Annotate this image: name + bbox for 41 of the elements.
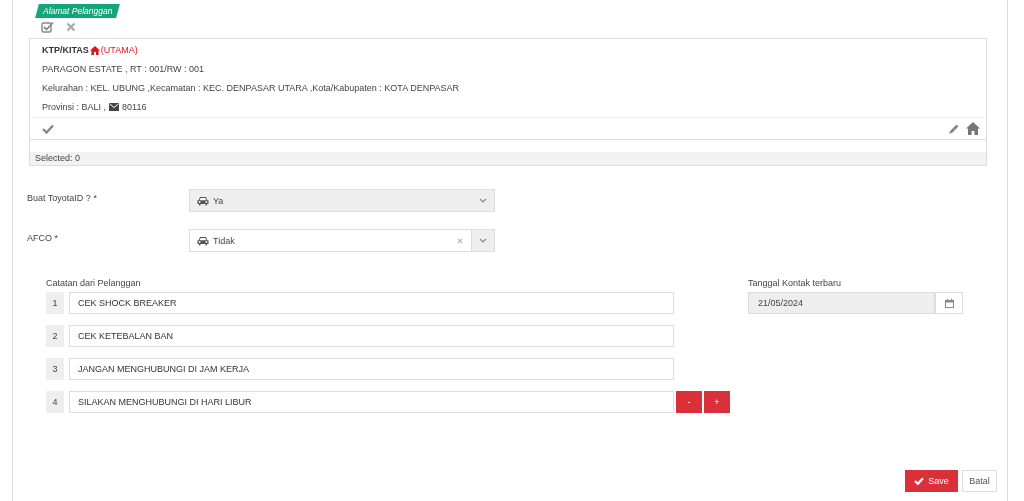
check-square-icon[interactable]: [41, 21, 54, 33]
selected-count: Selected: 0: [35, 153, 81, 163]
calendar-button[interactable]: [935, 292, 963, 314]
cancel-button[interactable]: Batal: [962, 470, 997, 492]
primary-label: (UTAMA): [100, 45, 138, 55]
remove-button[interactable]: -: [676, 391, 702, 413]
add-button[interactable]: +: [704, 391, 730, 413]
note-field[interactable]: SILAKAN MENGHUBUNGI DI HARI LIBUR: [69, 391, 674, 413]
date-label: Tanggal Kontak terbaru: [748, 278, 843, 290]
calendar-icon[interactable]: [944, 298, 954, 308]
date-field[interactable]: 21/05/2024: [748, 292, 935, 314]
car-icon: [197, 235, 209, 246]
postal-code: 80116: [122, 102, 147, 112]
notes-label: Catatan dari Pelanggan: [46, 278, 142, 290]
chevron-down-icon[interactable]: [479, 238, 487, 243]
note-field[interactable]: JANGAN MENGHUBUNGI DI JAM KERJA: [69, 358, 674, 380]
line-number: 3: [46, 358, 64, 380]
select-field[interactable]: Tidak: [189, 229, 495, 252]
envelope-icon: [109, 103, 120, 111]
car-icon: [197, 195, 209, 206]
save-button[interactable]: Save: [905, 470, 958, 492]
address-type: KTP/KITAS: [42, 45, 89, 55]
province-text: Provinsi : BALI ,: [42, 102, 107, 112]
clear-icon[interactable]: [457, 237, 463, 244]
home-icon: [89, 45, 100, 55]
note-field[interactable]: CEK SHOCK BREAKER: [69, 292, 674, 314]
section-tag: Alamat Pelanggan: [35, 4, 121, 18]
pencil-icon[interactable]: [948, 122, 960, 135]
address-line: PARAGON ESTATE , RT : 001/RW : 001: [42, 64, 206, 74]
close-icon[interactable]: [66, 22, 76, 32]
line-number: 2: [46, 325, 64, 347]
select-field: Ya: [189, 189, 495, 212]
line-number: 1: [46, 292, 64, 314]
field-label: Buat ToyotaID ? *: [27, 192, 98, 203]
home-icon[interactable]: [966, 122, 980, 135]
address-line: Kelurahan : KEL. UBUNG ,Kecamatan : KEC. DENPASAR UTARA ,Kota/Kabupaten : KOTA DENPASAR: [42, 83, 460, 93]
check-icon: [914, 477, 925, 485]
note-field[interactable]: CEK KETEBALAN BAN: [69, 325, 674, 347]
line-number: 4: [46, 391, 64, 413]
field-label: AFCO *: [27, 232, 59, 243]
check-icon[interactable]: [42, 123, 54, 134]
